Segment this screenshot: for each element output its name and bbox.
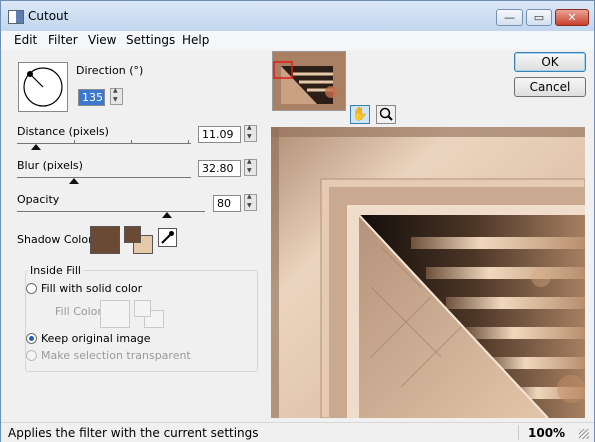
close-button[interactable]: ✕ xyxy=(555,9,589,26)
blur-input[interactable]: 32.80 xyxy=(198,160,241,177)
maximize-button[interactable]: ▭ xyxy=(526,9,552,26)
transparent-radio xyxy=(26,350,37,361)
status-bar: Applies the filter with the current sett… xyxy=(1,422,594,442)
zoom-icon xyxy=(379,107,393,121)
shadow-color-label: Shadow Color xyxy=(17,233,93,246)
transparent-label: Make selection transparent xyxy=(41,349,191,362)
zoom-tool-button[interactable] xyxy=(376,105,396,124)
window-title: Cutout xyxy=(28,9,69,23)
direction-dial-graphic xyxy=(23,67,63,107)
opacity-track[interactable] xyxy=(17,211,205,212)
keep-original-radio[interactable] xyxy=(26,333,37,344)
blur-slider-thumb[interactable] xyxy=(69,178,80,184)
zoom-level: 100% xyxy=(528,426,566,440)
preview-pane[interactable] xyxy=(271,127,585,418)
title-bar[interactable]: Cutout — ▭ ✕ xyxy=(1,1,594,31)
keep-original-label[interactable]: Keep original image xyxy=(41,332,151,345)
distance-track[interactable] xyxy=(17,143,191,144)
inside-fill-title: Inside Fill xyxy=(28,264,83,277)
blur-spinner[interactable] xyxy=(244,158,257,176)
cancel-button[interactable]: Cancel xyxy=(514,77,586,97)
distance-label: Distance (pixels) xyxy=(17,125,109,138)
distance-slider-thumb[interactable] xyxy=(31,144,42,150)
menu-bar: Edit Filter View Settings Help xyxy=(1,31,594,50)
opacity-label: Opacity xyxy=(17,193,60,206)
minimize-icon: — xyxy=(504,11,515,24)
hand-tool-button[interactable]: ✋ xyxy=(350,105,370,124)
foreground-color-swatch[interactable] xyxy=(124,226,141,243)
opacity-slider-thumb[interactable] xyxy=(162,212,173,218)
menu-settings[interactable]: Settings xyxy=(126,33,175,47)
blur-label: Blur (pixels) xyxy=(17,159,83,172)
status-divider xyxy=(518,425,519,440)
resize-grip[interactable] xyxy=(579,429,589,439)
navigation-thumbnail[interactable] xyxy=(272,51,346,111)
direction-input[interactable]: 135 xyxy=(78,89,105,106)
cutout-window: Cutout — ▭ ✕ Edit Filter View Settings H… xyxy=(0,0,595,442)
preview-image xyxy=(271,127,585,418)
eyedropper-button[interactable] xyxy=(158,228,177,247)
maximize-icon: ▭ xyxy=(533,11,545,24)
fill-fg-swatch xyxy=(134,300,151,317)
fill-solid-label[interactable]: Fill with solid color xyxy=(41,282,142,295)
menu-edit[interactable]: Edit xyxy=(14,33,37,47)
eyedropper-icon xyxy=(161,231,174,244)
distance-spinner[interactable] xyxy=(244,124,257,142)
app-icon xyxy=(8,10,24,24)
status-text: Applies the filter with the current sett… xyxy=(8,426,259,440)
thumbnail-graphic xyxy=(273,52,345,110)
direction-label: Direction (°) xyxy=(76,64,144,77)
opacity-input[interactable]: 80 xyxy=(213,195,241,212)
shadow-color-swatch[interactable] xyxy=(90,226,120,254)
fill-solid-radio[interactable] xyxy=(26,283,37,294)
minimize-button[interactable]: — xyxy=(496,9,523,26)
distance-input[interactable]: 11.09 xyxy=(198,126,241,143)
direction-dial[interactable] xyxy=(18,62,68,112)
fill-color-swatch xyxy=(100,300,130,328)
menu-view[interactable]: View xyxy=(88,33,116,47)
menu-filter[interactable]: Filter xyxy=(48,33,78,47)
direction-spinner[interactable] xyxy=(110,87,123,105)
close-icon: ✕ xyxy=(567,11,577,24)
fill-color-label: Fill Color xyxy=(55,305,102,318)
opacity-spinner[interactable] xyxy=(244,193,257,211)
hand-icon: ✋ xyxy=(351,107,369,122)
blur-track[interactable] xyxy=(17,177,191,178)
ok-button[interactable]: OK xyxy=(514,52,586,72)
menu-help[interactable]: Help xyxy=(182,33,209,47)
